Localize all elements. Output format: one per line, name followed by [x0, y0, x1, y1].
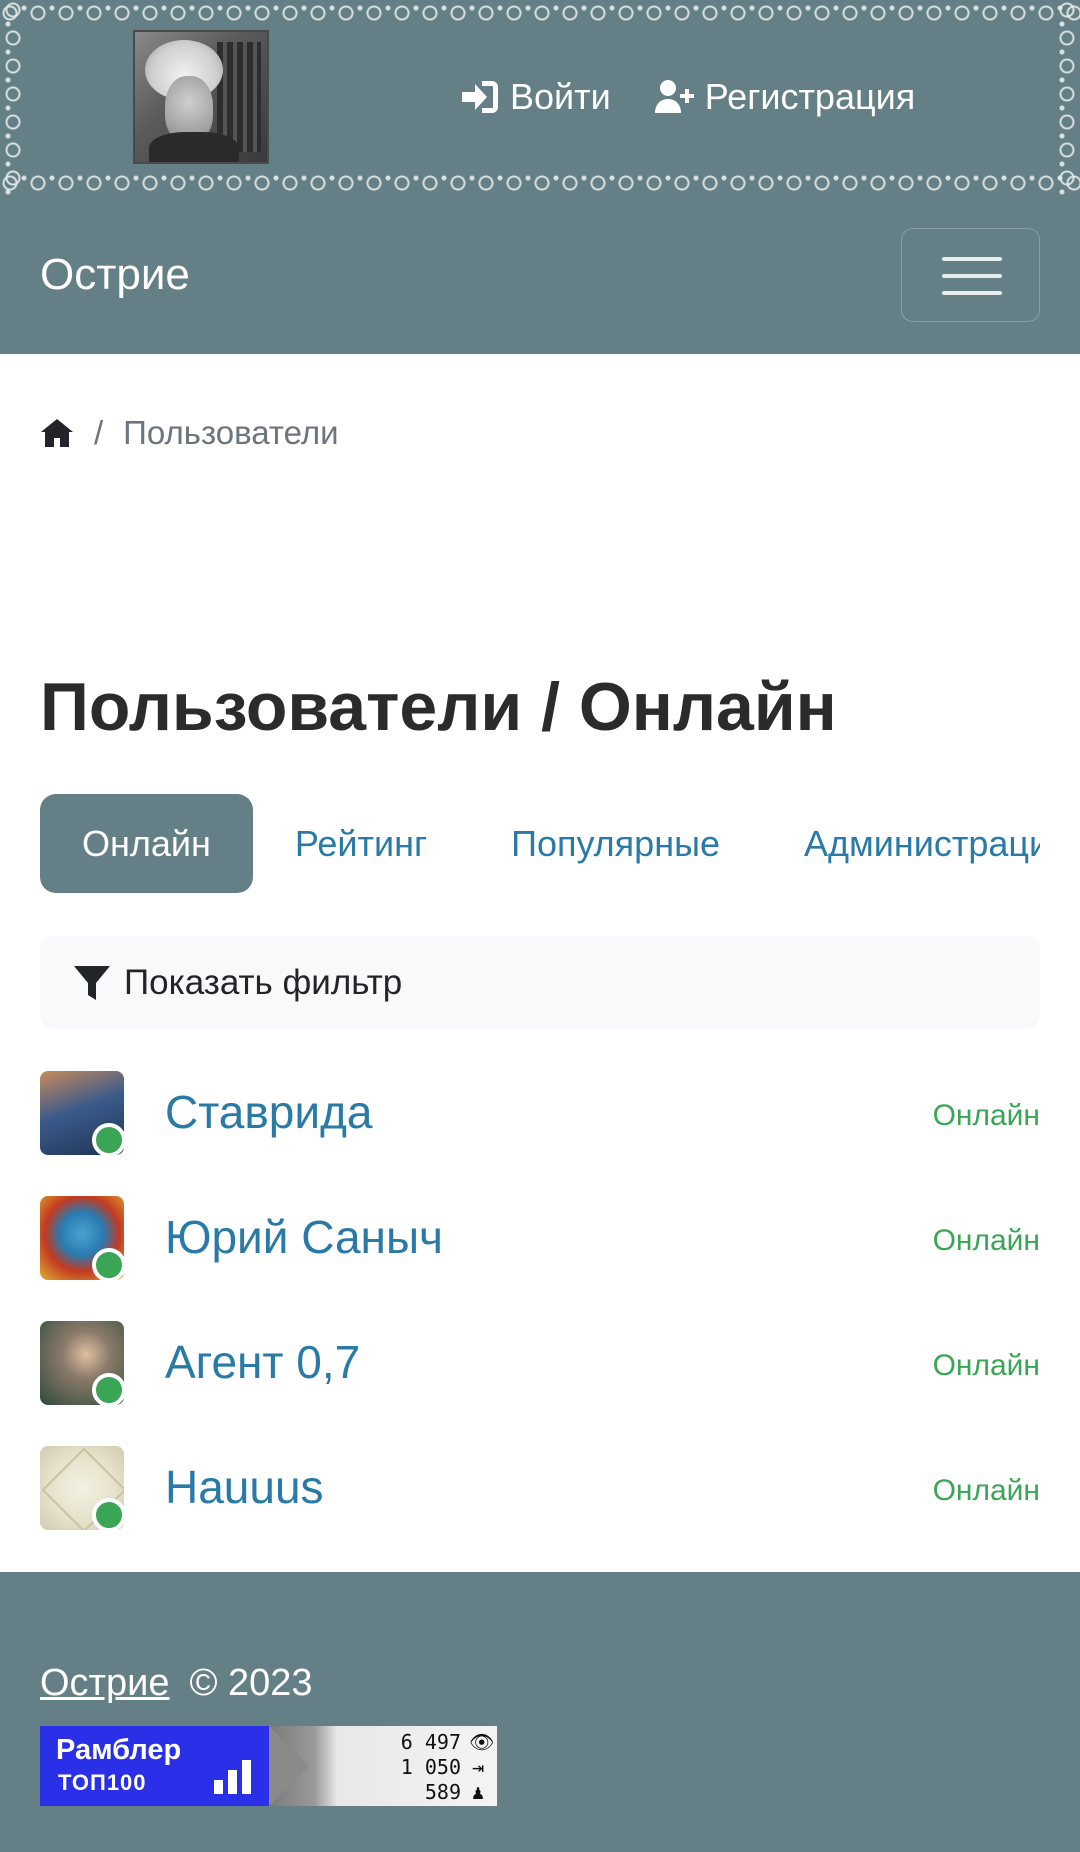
site-logo[interactable]: [133, 30, 269, 164]
enter-icon: ⇥: [471, 1755, 485, 1779]
user-name-link[interactable]: Ставрида: [165, 1085, 373, 1139]
hamburger-icon: [942, 291, 1002, 295]
online-indicator: [92, 1248, 124, 1280]
banner-ornament: [0, 170, 1080, 196]
breadcrumb: / Пользователи: [40, 414, 339, 452]
menu-toggle-button[interactable]: [901, 228, 1040, 322]
status-badge: Онлайн: [932, 1224, 1040, 1257]
hamburger-icon: [942, 274, 1002, 278]
online-indicator: [92, 1498, 124, 1530]
register-link[interactable]: Регистрация: [654, 76, 916, 118]
tab-popular[interactable]: Популярные: [469, 794, 762, 893]
navbar: Острие: [0, 196, 1080, 354]
filter-icon: [74, 965, 110, 1000]
bar-chart-icon: [214, 1760, 251, 1794]
register-label: Регистрация: [704, 76, 916, 117]
status-badge: Онлайн: [932, 1474, 1040, 1507]
tab-rating[interactable]: Рейтинг: [253, 794, 469, 893]
status-badge: Онлайн: [932, 1099, 1040, 1132]
tab-online[interactable]: Онлайн: [40, 794, 253, 893]
list-item: Ставрида Онлайн: [40, 1071, 1040, 1196]
copyright-text: © 2023: [189, 1662, 313, 1704]
header-banner: Войти Регистрация: [0, 0, 1080, 196]
list-item: Hauuus Онлайн: [40, 1446, 1040, 1571]
rambler-title: Рамблер: [56, 1734, 182, 1766]
avatar[interactable]: [40, 1321, 124, 1405]
user-name-link[interactable]: Агент 0,7: [165, 1335, 360, 1389]
online-indicator: [92, 1373, 124, 1405]
avatar[interactable]: [40, 1446, 124, 1530]
hamburger-icon: [942, 257, 1002, 261]
logo-body: [149, 132, 239, 162]
avatar[interactable]: [40, 1196, 124, 1280]
auth-links: Войти Регистрация: [460, 76, 915, 118]
person-icon: ♟: [471, 1780, 485, 1804]
home-icon[interactable]: [40, 418, 74, 448]
banner-ornament: [0, 0, 1080, 26]
user-plus-icon: [654, 80, 694, 113]
visits-count: 1 050: [400, 1755, 461, 1779]
rambler-counts: 6 497 👁 1 050 ⇥ 589 ♟: [400, 1730, 495, 1805]
user-tabs: Онлайн Рейтинг Популярные Администрация: [40, 794, 1040, 894]
user-name-link[interactable]: Юрий Саныч: [165, 1210, 443, 1264]
breadcrumb-separator: /: [94, 414, 104, 451]
rambler-counter[interactable]: Рамблер ТОП100 6 497 👁 1 050 ⇥ 589 ♟: [40, 1726, 497, 1806]
rambler-stats: 6 497 👁 1 050 ⇥ 589 ♟: [269, 1726, 497, 1806]
page-title: Пользователи / Онлайн: [40, 669, 837, 745]
footer-copyright: Острие © 2023: [40, 1662, 313, 1705]
banner-ornament: [1054, 0, 1080, 196]
filter-label: Показать фильтр: [124, 962, 403, 1002]
status-badge: Онлайн: [932, 1349, 1040, 1382]
login-link[interactable]: Войти: [460, 76, 611, 118]
eye-icon: 👁: [469, 1730, 495, 1754]
rambler-subtitle: ТОП100: [58, 1770, 147, 1795]
navbar-brand[interactable]: Острие: [40, 250, 190, 300]
tab-administration[interactable]: Администрация: [762, 794, 1040, 893]
list-item: Юрий Саныч Онлайн: [40, 1196, 1040, 1321]
online-indicator: [92, 1123, 124, 1155]
sign-in-icon: [462, 81, 498, 113]
login-label: Войти: [510, 76, 611, 117]
visitors-count: 589: [424, 1780, 461, 1804]
breadcrumb-current: Пользователи: [123, 414, 339, 451]
footer-site-link[interactable]: Острие: [40, 1662, 169, 1705]
arrow-icon: [269, 1726, 309, 1806]
footer: Острие © 2023 Рамблер ТОП100 6 497 👁 1 05…: [0, 1572, 1080, 1852]
user-list: Ставрида Онлайн Юрий Саныч Онлайн Агент …: [40, 1071, 1040, 1571]
user-name-link[interactable]: Hauuus: [165, 1460, 324, 1514]
banner-ornament: [0, 0, 26, 196]
avatar[interactable]: [40, 1071, 124, 1155]
views-count: 6 497: [400, 1730, 461, 1754]
rambler-logo: Рамблер ТОП100: [40, 1726, 269, 1806]
list-item: Агент 0,7 Онлайн: [40, 1321, 1040, 1446]
show-filter-button[interactable]: Показать фильтр: [40, 936, 1040, 1029]
